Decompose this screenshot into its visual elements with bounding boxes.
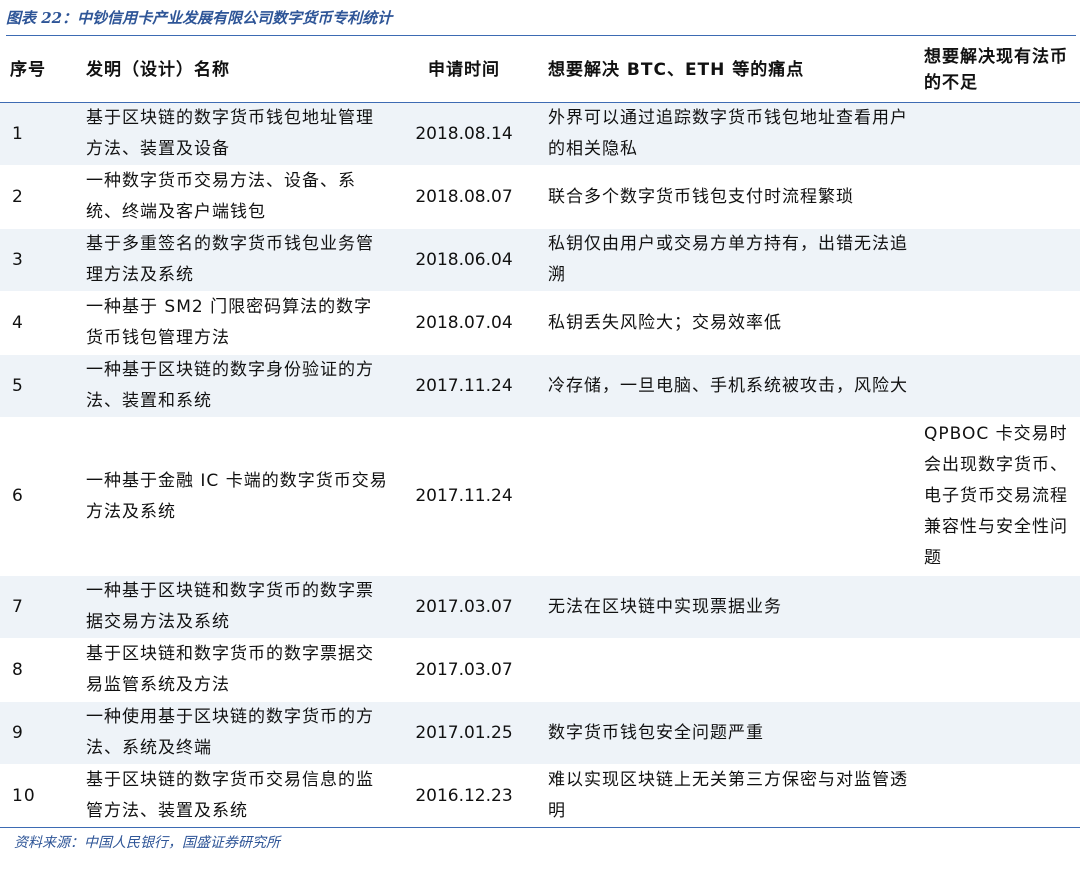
row-num: 9 — [0, 702, 76, 765]
row-pain: 私钥丢失风险大；交易效率低 — [534, 292, 914, 355]
row-lack: QPBOC 卡交易时会出现数字货币、电子货币交易流程兼容性与安全性问题 — [914, 418, 1080, 576]
table-row: 2 一种数字货币交易方法、设备、系统、终端及客户端钱包 2018.08.07 联… — [0, 166, 1080, 229]
row-date: 2016.12.23 — [394, 765, 534, 828]
header-name: 发明（设计）名称 — [76, 37, 394, 103]
row-lack — [914, 765, 1080, 828]
table-row: 6 一种基于金融 IC 卡端的数字货币交易方法及系统 2017.11.24 QP… — [0, 418, 1080, 576]
row-num: 1 — [0, 103, 76, 166]
row-lack — [914, 576, 1080, 639]
row-lack — [914, 702, 1080, 765]
table-row: 1 基于区块链的数字货币钱包地址管理方法、装置及设备 2018.08.14 外界… — [0, 103, 1080, 166]
row-date: 2018.06.04 — [394, 229, 534, 292]
row-name: 基于区块链的数字货币钱包地址管理方法、装置及设备 — [76, 103, 394, 166]
table-row: 5 一种基于区块链的数字身份验证的方法、装置和系统 2017.11.24 冷存储… — [0, 355, 1080, 418]
row-num: 8 — [0, 639, 76, 702]
row-name: 一种基于金融 IC 卡端的数字货币交易方法及系统 — [76, 418, 394, 576]
row-name: 一种基于区块链的数字身份验证的方法、装置和系统 — [76, 355, 394, 418]
row-date: 2017.03.07 — [394, 639, 534, 702]
row-num: 6 — [0, 418, 76, 576]
table-row: 7 一种基于区块链和数字货币的数字票据交易方法及系统 2017.03.07 无法… — [0, 576, 1080, 639]
row-name: 基于多重签名的数字货币钱包业务管理方法及系统 — [76, 229, 394, 292]
table-row: 10 基于区块链的数字货币交易信息的监管方法、装置及系统 2016.12.23 … — [0, 765, 1080, 828]
table-row: 8 基于区块链和数字货币的数字票据交易监管系统及方法 2017.03.07 — [0, 639, 1080, 702]
row-pain — [534, 418, 914, 576]
row-pain: 外界可以通过追踪数字货币钱包地址查看用户的相关隐私 — [534, 103, 914, 166]
row-num: 7 — [0, 576, 76, 639]
row-name: 基于区块链和数字货币的数字票据交易监管系统及方法 — [76, 639, 394, 702]
row-pain — [534, 639, 914, 702]
row-lack — [914, 639, 1080, 702]
row-num: 3 — [0, 229, 76, 292]
row-pain: 冷存储，一旦电脑、手机系统被攻击，风险大 — [534, 355, 914, 418]
patent-table: 序号 发明（设计）名称 申请时间 想要解决 BTC、ETH 等的痛点 想要解决现… — [0, 37, 1080, 828]
row-date: 2017.11.24 — [394, 418, 534, 576]
row-name: 一种基于区块链和数字货币的数字票据交易方法及系统 — [76, 576, 394, 639]
row-pain: 难以实现区块链上无关第三方保密与对监管透明 — [534, 765, 914, 828]
row-date: 2018.08.07 — [394, 166, 534, 229]
table-row: 3 基于多重签名的数字货币钱包业务管理方法及系统 2018.06.04 私钥仅由… — [0, 229, 1080, 292]
row-lack — [914, 355, 1080, 418]
row-num: 5 — [0, 355, 76, 418]
table-row: 9 一种使用基于区块链的数字货币的方法、系统及终端 2017.01.25 数字货… — [0, 702, 1080, 765]
source-note: 资料来源：中国人民银行，国盛证券研究所 — [14, 832, 280, 852]
row-name: 一种基于 SM2 门限密码算法的数字货币钱包管理方法 — [76, 292, 394, 355]
row-lack — [914, 292, 1080, 355]
table-caption: 图表 22：中钞信用卡产业发展有限公司数字货币专利统计 — [6, 4, 1076, 36]
header-date: 申请时间 — [394, 37, 534, 103]
row-lack — [914, 229, 1080, 292]
header-lack: 想要解决现有法币的不足 — [914, 37, 1080, 103]
row-pain: 数字货币钱包安全问题严重 — [534, 702, 914, 765]
row-num: 10 — [0, 765, 76, 828]
row-pain: 联合多个数字货币钱包支付时流程繁琐 — [534, 166, 914, 229]
row-lack — [914, 166, 1080, 229]
row-num: 4 — [0, 292, 76, 355]
row-date: 2018.08.14 — [394, 103, 534, 166]
row-num: 2 — [0, 166, 76, 229]
row-name: 基于区块链的数字货币交易信息的监管方法、装置及系统 — [76, 765, 394, 828]
row-date: 2018.07.04 — [394, 292, 534, 355]
header-num: 序号 — [0, 37, 76, 103]
row-lack — [914, 103, 1080, 166]
row-pain: 私钥仅由用户或交易方单方持有，出错无法追溯 — [534, 229, 914, 292]
row-date: 2017.01.25 — [394, 702, 534, 765]
header-pain: 想要解决 BTC、ETH 等的痛点 — [534, 37, 914, 103]
header-row: 序号 发明（设计）名称 申请时间 想要解决 BTC、ETH 等的痛点 想要解决现… — [0, 37, 1080, 103]
row-name: 一种使用基于区块链的数字货币的方法、系统及终端 — [76, 702, 394, 765]
row-date: 2017.11.24 — [394, 355, 534, 418]
row-pain: 无法在区块链中实现票据业务 — [534, 576, 914, 639]
row-date: 2017.03.07 — [394, 576, 534, 639]
row-name: 一种数字货币交易方法、设备、系统、终端及客户端钱包 — [76, 166, 394, 229]
table-row: 4 一种基于 SM2 门限密码算法的数字货币钱包管理方法 2018.07.04 … — [0, 292, 1080, 355]
